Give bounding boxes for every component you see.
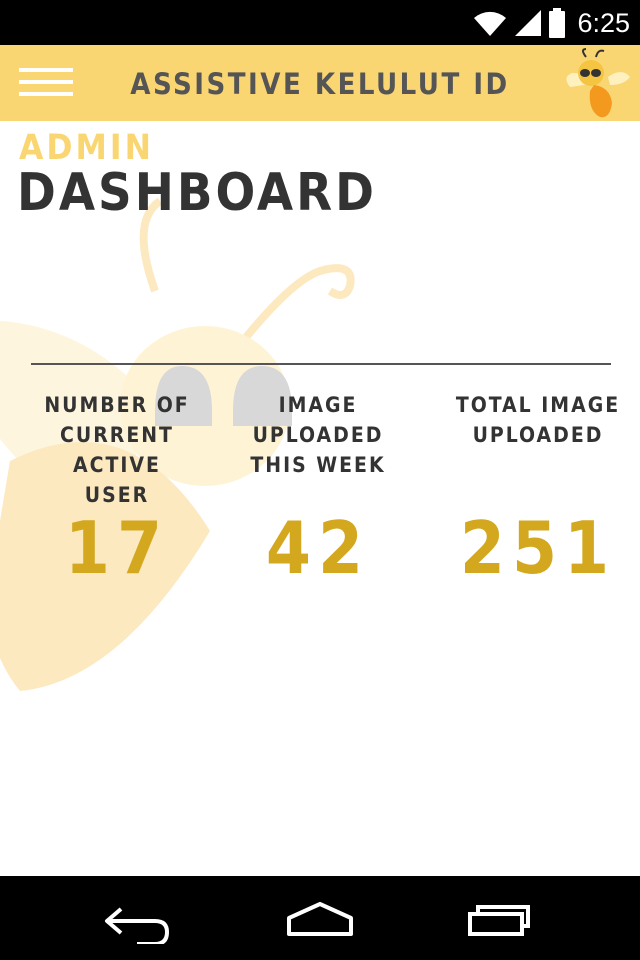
status-icons: 6:25 — [473, 6, 630, 40]
recents-icon[interactable] — [454, 894, 544, 944]
stat-active-users: NUMBER OF CURRENT ACTIVE USER 17 — [17, 390, 217, 588]
stat-images-this-week: IMAGE UPLOADED THIS WEEK 42 — [218, 390, 418, 588]
status-bar: 6:25 — [0, 0, 640, 45]
page-subtitle: ADMIN — [19, 128, 154, 168]
status-time: 6:25 — [577, 7, 630, 38]
app-bar: ASSISTIVE KELULUT ID — [0, 45, 640, 121]
app-title: ASSISTIVE KELULUT ID — [130, 67, 510, 101]
wifi-icon — [474, 11, 507, 37]
stat-label: NUMBER OF CURRENT ACTIVE USER — [44, 393, 190, 507]
back-icon[interactable] — [97, 894, 187, 944]
stat-total-images: TOTAL IMAGE UPLOADED 251 — [438, 390, 638, 588]
stat-label: IMAGE UPLOADED THIS WEEK — [250, 393, 386, 477]
home-icon[interactable] — [275, 894, 365, 944]
stat-value: 17 — [64, 506, 170, 590]
stat-label: TOTAL IMAGE UPLOADED — [455, 393, 621, 447]
page-title: DASHBOARD — [17, 163, 377, 223]
navigation-bar — [0, 876, 640, 960]
stat-value: 251 — [459, 506, 617, 590]
battery-icon — [549, 8, 566, 38]
divider — [31, 363, 611, 365]
cell-signal-icon — [515, 10, 542, 36]
dashboard-content: ADMIN DASHBOARD NUMBER OF CURRENT ACTIVE… — [0, 121, 640, 876]
stat-value: 42 — [265, 506, 371, 590]
bee-logo-icon — [566, 48, 630, 118]
